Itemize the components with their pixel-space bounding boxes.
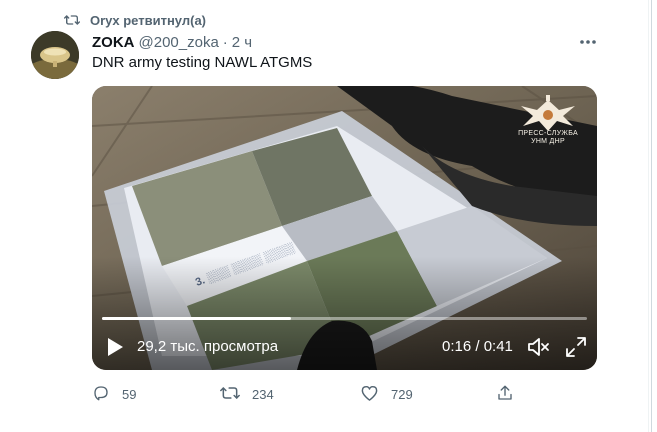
- video-progress-bar[interactable]: [102, 317, 587, 320]
- retweet-icon: [220, 384, 240, 405]
- fullscreen-button[interactable]: [564, 335, 588, 359]
- play-icon: [104, 338, 126, 362]
- view-count: 29,2 тыс. просмотра: [137, 338, 279, 355]
- share-button[interactable]: [496, 382, 514, 406]
- video-player[interactable]: 3. ░░░ ░░░░ ░░░░ ПРЕСС-СЛУЖБА УНМ ДНР 29…: [92, 86, 597, 370]
- tweet-text: DNR army testing NAWL ATGMS: [92, 54, 313, 71]
- share-icon: [496, 384, 514, 405]
- volume-muted-icon: [526, 338, 550, 363]
- like-button[interactable]: 729: [360, 382, 413, 406]
- reply-icon: [92, 384, 110, 405]
- like-count: 729: [391, 386, 413, 402]
- author-handle[interactable]: @200_zoka: [139, 34, 219, 51]
- video-progress-fill: [102, 317, 292, 320]
- mute-button[interactable]: [526, 335, 550, 359]
- press-service-label: ПРЕСС-СЛУЖБА УНМ ДНР: [518, 130, 578, 145]
- retweet-context[interactable]: Oryx ретвитнул(а): [64, 11, 206, 29]
- author-name[interactable]: ZOKA: [92, 34, 135, 51]
- press-service-logo: [509, 94, 587, 158]
- retweet-count: 234: [252, 386, 274, 402]
- reply-count: 59: [122, 386, 137, 402]
- play-button[interactable]: [104, 336, 126, 358]
- video-time: 0:16 / 0:41: [442, 338, 513, 355]
- avatar[interactable]: [31, 31, 79, 79]
- retweet-icon: [64, 13, 80, 27]
- video-controls: 29,2 тыс. просмотра 0:16 / 0:41: [92, 332, 597, 362]
- heart-icon: [360, 384, 379, 405]
- separator-dot: ·: [222, 33, 228, 51]
- fullscreen-icon: [564, 337, 588, 363]
- retweet-label[interactable]: Oryx ретвитнул(а): [90, 13, 206, 28]
- timeline-divider: [648, 0, 649, 432]
- tweet-time[interactable]: 2 ч: [232, 34, 252, 51]
- more-options-button[interactable]: [575, 31, 601, 51]
- retweet-button[interactable]: 234: [220, 382, 274, 406]
- more-icon: [579, 32, 597, 50]
- tweet-actions: 59 234 729: [92, 382, 512, 406]
- tweet-header: ZOKA @200_zoka · 2 ч: [92, 32, 252, 52]
- scrollbar-edge: [651, 0, 652, 432]
- reply-button[interactable]: 59: [92, 382, 136, 406]
